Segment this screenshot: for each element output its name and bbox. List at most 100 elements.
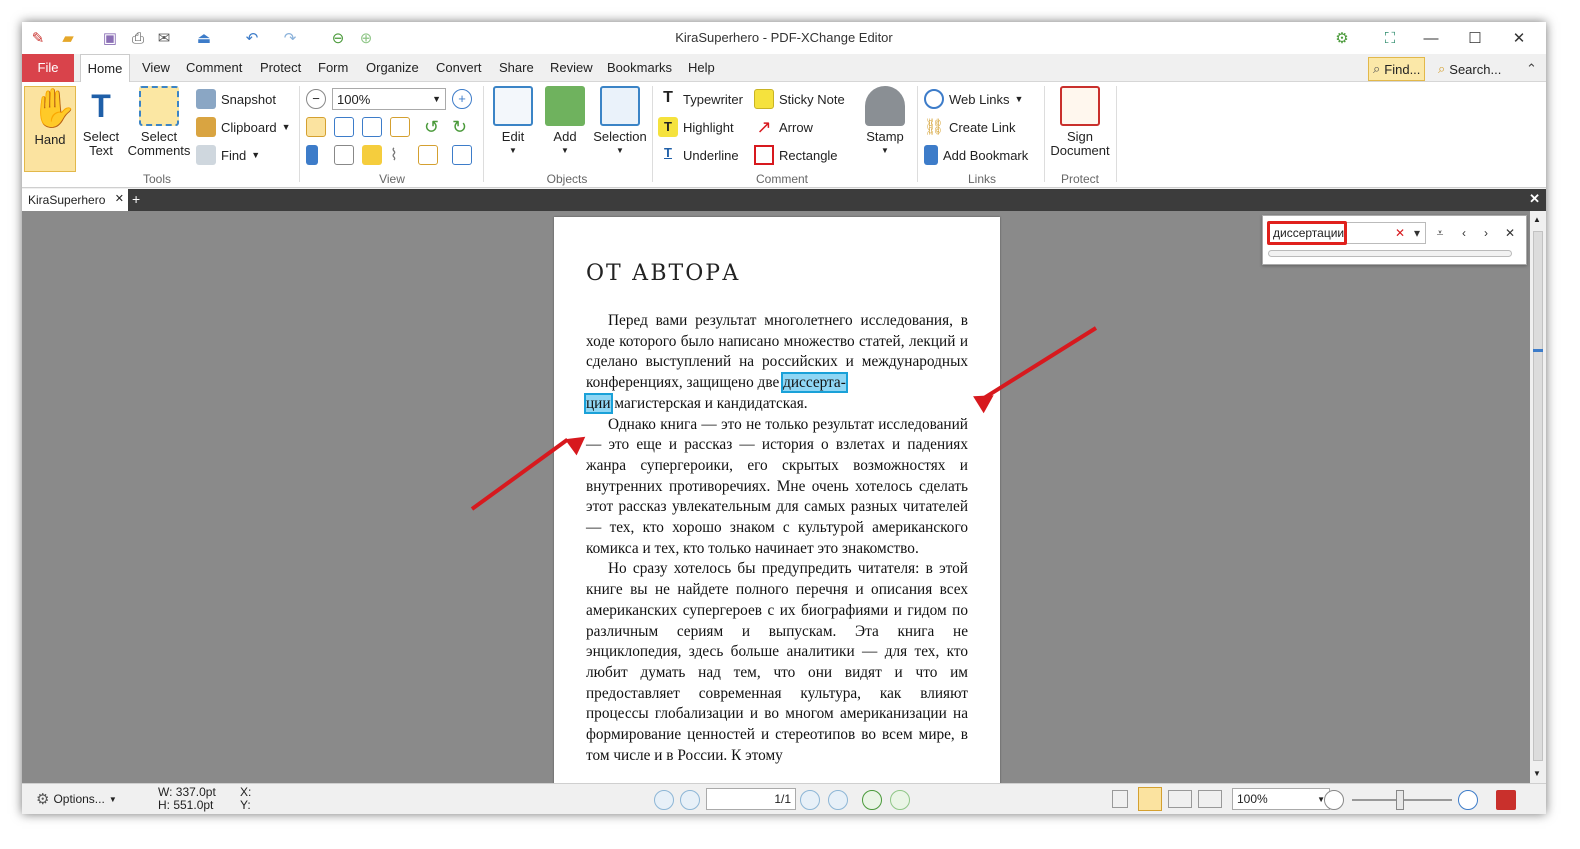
fullscreen-icon[interactable]: ⛶	[1380, 28, 1400, 48]
comments-pane-button[interactable]	[362, 144, 382, 166]
two-page-continuous-layout-icon[interactable]	[1198, 790, 1222, 808]
menu-share[interactable]: Share	[495, 54, 538, 82]
paragraph-1-end: магистерская и кандидатская.	[610, 394, 808, 412]
zoom-select[interactable]: 100% ▼	[332, 88, 446, 110]
menu-comment[interactable]: Comment	[182, 54, 246, 82]
selection-button[interactable]: Selection ▼	[590, 86, 650, 158]
page-number-input[interactable]: 1/1	[706, 788, 796, 810]
snapshot-button[interactable]: Snapshot	[196, 88, 276, 110]
bookmarks-pane-button[interactable]	[306, 144, 318, 166]
menu-review[interactable]: Review	[546, 54, 597, 82]
close-all-tabs-icon[interactable]: ✕	[1529, 191, 1540, 207]
select-text-button[interactable]: T Select Text	[78, 86, 124, 158]
attachments-pane-button[interactable]: ⌇	[390, 144, 398, 166]
back-view-button[interactable]	[862, 790, 882, 810]
pages-pane-button[interactable]	[334, 144, 354, 166]
customize-toolbar-icon[interactable]: ⚙	[1332, 28, 1352, 48]
close-find-panel-icon[interactable]: ✕	[1501, 224, 1519, 242]
menu-form[interactable]: Form	[314, 54, 352, 82]
scroll-up-icon[interactable]: ▲	[1533, 215, 1541, 224]
highlight-button[interactable]: T Highlight	[658, 116, 734, 138]
menu-convert[interactable]: Convert	[432, 54, 486, 82]
edit-button[interactable]: Edit ▼	[488, 86, 538, 158]
vertical-scrollbar[interactable]: ▲ ▼	[1530, 211, 1546, 783]
status-zoom-out-button[interactable]	[1324, 790, 1344, 810]
actual-size-button[interactable]	[306, 116, 326, 138]
rotate-right-button[interactable]: ↻	[452, 116, 467, 138]
find-settings-icon[interactable]: ⩡	[1431, 224, 1449, 242]
minimize-button[interactable]: —	[1414, 26, 1448, 50]
sticky-note-button[interactable]: Sticky Note	[754, 88, 845, 110]
stamp-button[interactable]: Stamp ▼	[860, 86, 910, 158]
web-links-button[interactable]: Web Links ▼	[924, 88, 1023, 110]
rotate-left-button[interactable]: ↺	[424, 116, 439, 138]
search-button[interactable]: ⌕ Search...	[1434, 57, 1505, 81]
selection-icon	[600, 86, 640, 126]
zoom-in-button[interactable]: +	[452, 88, 472, 110]
add-button[interactable]: Add ▼	[540, 86, 590, 158]
underline-label: Underline	[683, 147, 739, 163]
scroll-down-icon[interactable]: ▼	[1533, 769, 1541, 778]
fit-page-button[interactable]	[334, 116, 354, 138]
fit-visible-button[interactable]	[390, 116, 410, 138]
close-window-button[interactable]: ✕	[1502, 26, 1536, 50]
menu-organize[interactable]: Organize	[362, 54, 423, 82]
previous-page-button[interactable]	[680, 790, 700, 810]
status-zoom-in-button[interactable]	[1458, 790, 1478, 810]
menu-view[interactable]: View	[138, 54, 174, 82]
maximize-button[interactable]: ☐	[1458, 26, 1492, 50]
create-link-button[interactable]: ⛓ Create Link	[924, 116, 1015, 138]
menu-protect[interactable]: Protect	[256, 54, 305, 82]
menu-help[interactable]: Help	[684, 54, 719, 82]
web-links-label: Web Links	[949, 91, 1010, 107]
next-page-button[interactable]	[800, 790, 820, 810]
find-tool-button[interactable]: Find ▼	[196, 144, 260, 166]
add-bookmark-button[interactable]: Add Bookmark	[924, 144, 1028, 166]
scrollbar-thumb[interactable]	[1533, 231, 1543, 761]
menu-bookmarks[interactable]: Bookmarks	[603, 54, 676, 82]
forward-view-button[interactable]	[890, 790, 910, 810]
find-previous-icon[interactable]: ‹	[1455, 224, 1473, 242]
page-body: Перед вами результат многолетнего исслед…	[584, 311, 968, 766]
rectangle-button[interactable]: Rectangle	[754, 144, 838, 166]
arrow-button[interactable]: ↗ Arrow	[754, 116, 813, 138]
chevron-down-icon: ▼	[509, 146, 517, 155]
zoom-slider-thumb[interactable]	[1396, 790, 1404, 810]
new-tab-icon[interactable]: +	[132, 191, 140, 207]
menu-file[interactable]: File	[22, 54, 74, 82]
view-settings-button[interactable]	[452, 144, 472, 166]
zoom-out-button[interactable]: −	[306, 88, 326, 110]
first-page-button[interactable]	[654, 790, 674, 810]
document-canvas[interactable]: ОТ АВТОРА Перед вами результат многолетн…	[22, 211, 1530, 789]
options-button[interactable]: ⚙ Options... ▼	[36, 790, 117, 808]
create-link-label: Create Link	[949, 119, 1016, 135]
collapse-ribbon-icon[interactable]: ⌃	[1522, 57, 1541, 81]
last-page-button[interactable]	[828, 790, 848, 810]
pdf-page[interactable]: ОТ АВТОРА Перед вами результат многолетн…	[554, 217, 1000, 789]
menu-home[interactable]: Home	[80, 54, 130, 83]
document-tab[interactable]: KiraSuperhero ✕	[22, 189, 128, 211]
select-text-icon: T	[91, 88, 111, 124]
two-page-layout-icon[interactable]	[1168, 790, 1192, 808]
properties-pane-button[interactable]	[418, 144, 438, 166]
edit-label: Edit	[501, 129, 525, 144]
hand-tool-button[interactable]: ✋ Hand	[24, 86, 77, 172]
links-group-label: Links	[967, 172, 996, 186]
clipboard-button[interactable]: Clipboard ▼	[196, 116, 291, 138]
highlight-label: Highlight	[683, 119, 734, 135]
clear-search-icon[interactable]: ✕	[1391, 224, 1409, 242]
typewriter-button[interactable]: T Typewriter	[658, 88, 743, 110]
close-tab-icon[interactable]: ✕	[115, 192, 124, 205]
fit-width-button[interactable]	[362, 116, 382, 138]
search-icon: ⌕	[1438, 61, 1446, 76]
find-next-icon[interactable]: ›	[1477, 224, 1495, 242]
sign-document-button[interactable]: Sign Document	[1048, 86, 1112, 158]
single-page-layout-icon[interactable]	[1112, 790, 1128, 808]
search-options-dropdown-icon[interactable]: ▾	[1408, 224, 1426, 242]
select-comments-button[interactable]: Select Comments	[126, 86, 192, 158]
continuous-layout-icon[interactable]	[1138, 787, 1162, 811]
underline-button[interactable]: T Underline	[658, 144, 739, 166]
status-zoom-select[interactable]: 100% ▼	[1232, 788, 1330, 810]
find-button[interactable]: ⌕ Find...	[1368, 57, 1426, 81]
pdf-logo-icon[interactable]	[1496, 790, 1516, 810]
